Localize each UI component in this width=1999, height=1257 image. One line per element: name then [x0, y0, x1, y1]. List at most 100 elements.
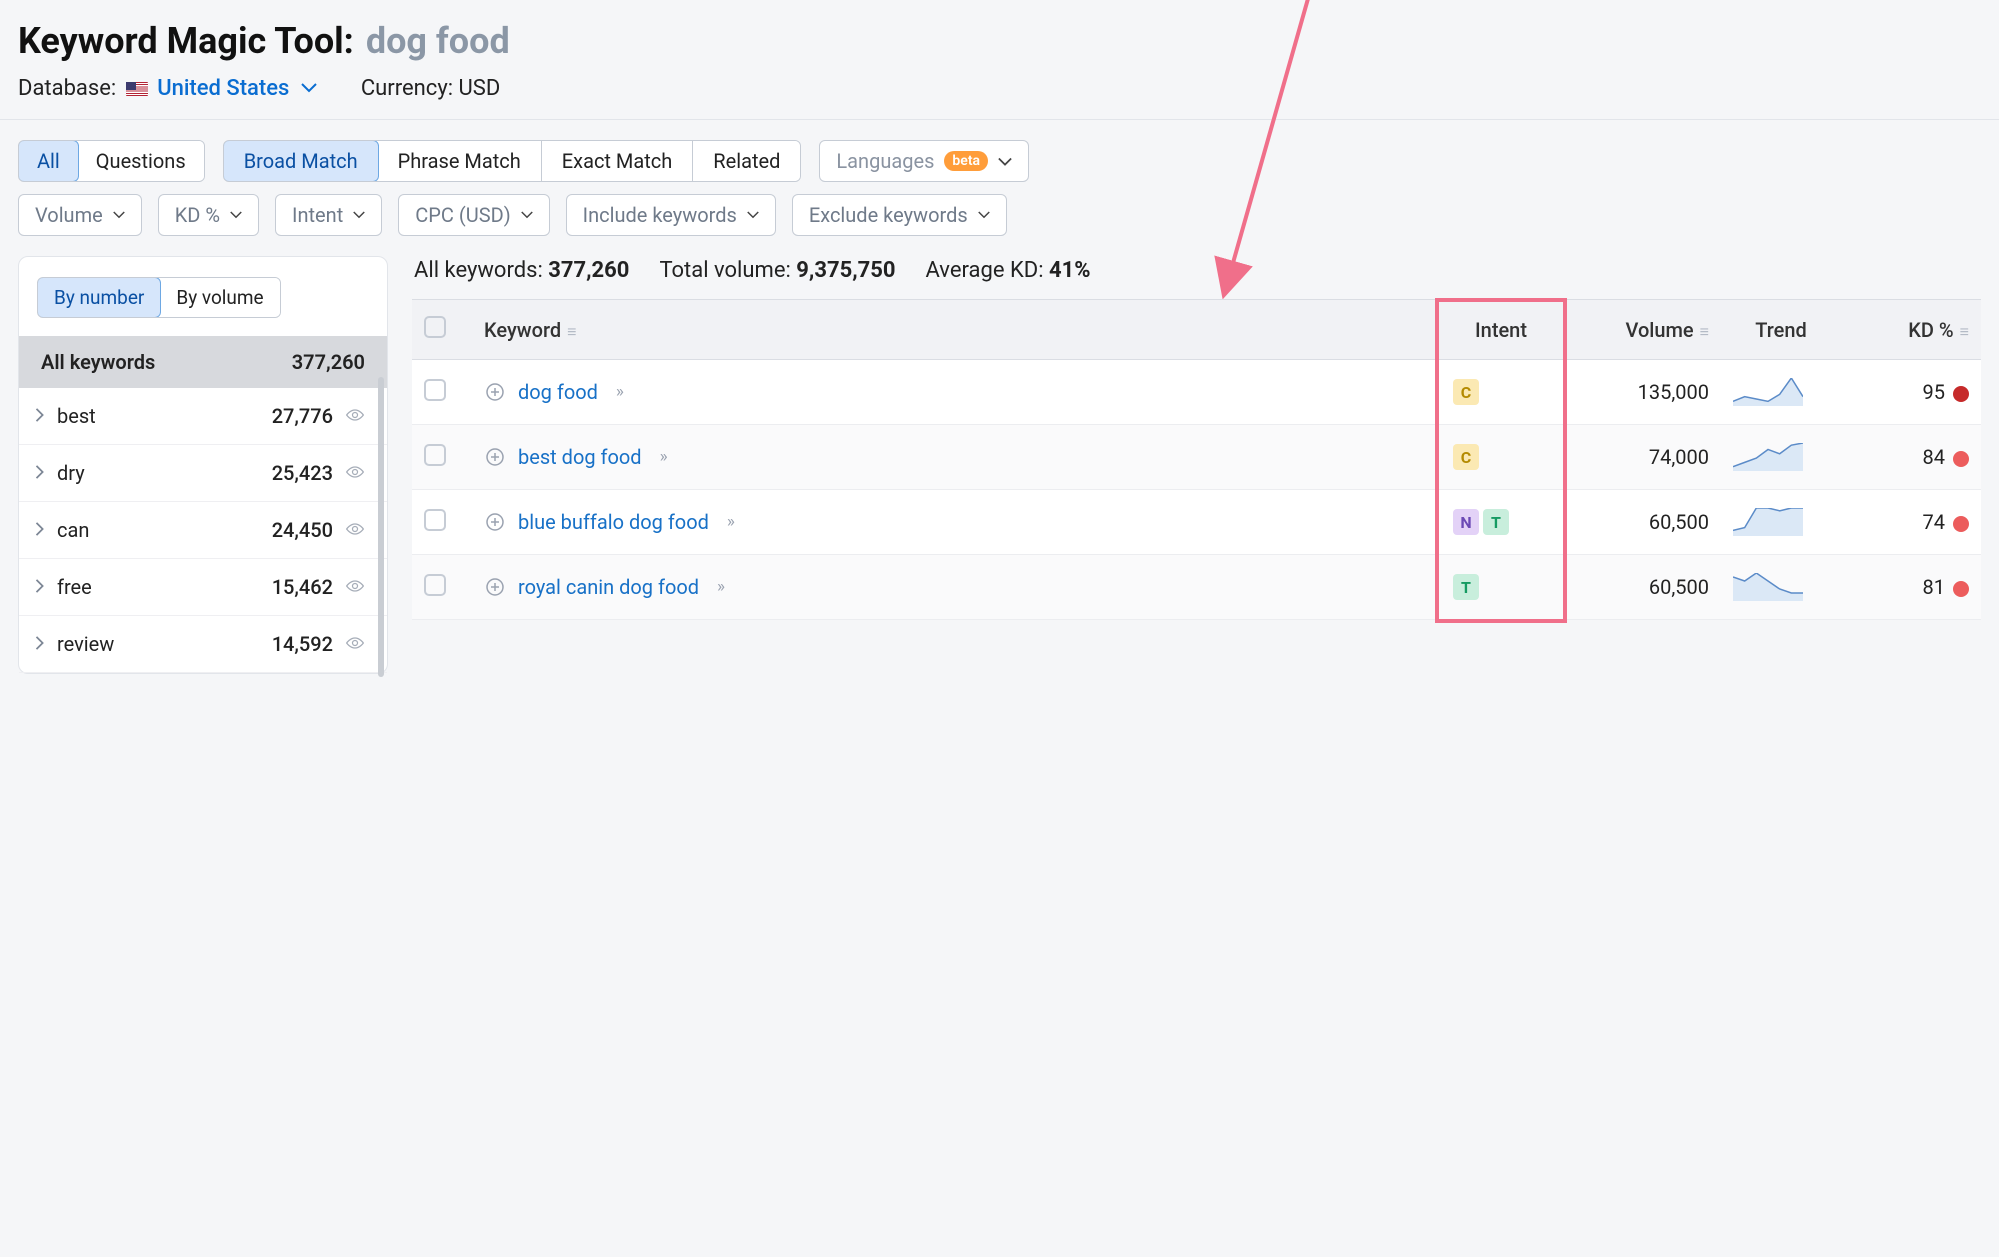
page-header: Keyword Magic Tool: dog food Database: U… [0, 0, 1999, 120]
double-chevron-icon[interactable]: » [727, 512, 733, 532]
eye-icon[interactable] [345, 634, 365, 655]
add-keyword-icon[interactable] [484, 576, 506, 598]
sidebar-item-can[interactable]: can 24,450 [19, 502, 387, 559]
th-keyword[interactable]: Keyword≡ [472, 300, 1441, 360]
sidebar-item-label: free [57, 575, 260, 599]
sort-icon: ≡ [1700, 322, 1709, 341]
kd-cell: 74 [1841, 490, 1981, 555]
database-selector[interactable]: Database: United States [18, 76, 317, 101]
volume-cell: 60,500 [1561, 490, 1721, 555]
tab-broad-match[interactable]: Broad Match [223, 140, 379, 182]
row-checkbox[interactable] [424, 509, 446, 531]
trend-cell [1721, 490, 1841, 555]
kd-cell: 95 [1841, 360, 1981, 425]
kd-cell: 84 [1841, 425, 1981, 490]
filter-cpc[interactable]: CPC (USD) [398, 194, 549, 236]
filter-intent[interactable]: Intent [275, 194, 382, 236]
add-keyword-icon[interactable] [484, 511, 506, 533]
flag-icon [126, 82, 148, 96]
th-trend[interactable]: Trend [1721, 300, 1841, 360]
add-keyword-icon[interactable] [484, 446, 506, 468]
trend-cell [1721, 425, 1841, 490]
sidebar-item-review[interactable]: review 14,592 [19, 616, 387, 673]
sidebar-item-best[interactable]: best 27,776 [19, 388, 387, 445]
sidebar-item-count: 25,423 [272, 461, 333, 485]
database-label: Database: [18, 76, 116, 101]
chevron-right-icon [35, 634, 45, 655]
th-volume[interactable]: Volume≡ [1561, 300, 1721, 360]
tool-title: Keyword Magic Tool: [18, 20, 354, 62]
chevron-right-icon [35, 406, 45, 427]
toggle-by-volume[interactable]: By volume [160, 278, 279, 317]
keyword-link[interactable]: blue buffalo dog food [518, 510, 709, 534]
results-content: All keywords: 377,260 Total volume: 9,37… [412, 256, 1981, 620]
sidebar-item-free[interactable]: free 15,462 [19, 559, 387, 616]
match-type-tabs: Broad Match Phrase Match Exact Match Rel… [223, 140, 802, 182]
keyword-link[interactable]: dog food [518, 380, 598, 404]
sidebar-item-label: review [57, 632, 260, 656]
sidebar-item-dry[interactable]: dry 25,423 [19, 445, 387, 502]
intent-badge-T: T [1483, 509, 1509, 535]
sidebar-item-label: can [57, 518, 260, 542]
filter-row: Volume KD % Intent CPC (USD) Include key… [0, 194, 1999, 256]
intent-badge-T: T [1453, 574, 1479, 600]
intent-badge-C: C [1453, 379, 1479, 405]
sort-icon: ≡ [567, 322, 576, 341]
currency-label: Currency: USD [361, 76, 500, 101]
table-row: royal canin dog food » T 60,500 81 [412, 555, 1981, 620]
keyword-link[interactable]: best dog food [518, 445, 642, 469]
double-chevron-icon[interactable]: » [616, 382, 622, 402]
sort-icon: ≡ [1960, 322, 1969, 341]
row-checkbox[interactable] [424, 574, 446, 596]
eye-icon[interactable] [345, 463, 365, 484]
row-checkbox[interactable] [424, 444, 446, 466]
eye-icon[interactable] [345, 520, 365, 541]
difficulty-dot-icon [1953, 386, 1969, 402]
keyword-link[interactable]: royal canin dog food [518, 575, 699, 599]
sidebar-item-count: 27,776 [272, 404, 333, 428]
table-row: best dog food » C 74,000 84 [412, 425, 1981, 490]
tab-exact-match[interactable]: Exact Match [542, 141, 694, 181]
th-checkbox[interactable] [412, 300, 472, 360]
sidebar-header[interactable]: All keywords 377,260 [19, 336, 387, 388]
searched-keyword: dog food [366, 20, 510, 62]
eye-icon[interactable] [345, 406, 365, 427]
filter-volume[interactable]: Volume [18, 194, 142, 236]
double-chevron-icon[interactable]: » [660, 447, 666, 467]
beta-badge: beta [944, 151, 988, 171]
volume-cell: 60,500 [1561, 555, 1721, 620]
sidebar-item-label: best [57, 404, 260, 428]
scrollbar[interactable] [378, 377, 384, 677]
keywords-table: Keyword≡ Intent Volume≡ Trend KD %≡ dog … [412, 299, 1981, 620]
sidebar-sort-toggle: By number By volume [37, 277, 281, 318]
chevron-down-icon [998, 149, 1012, 173]
tab-all[interactable]: All [18, 140, 79, 182]
keyword-groups-sidebar: By number By volume All keywords 377,260… [18, 256, 388, 674]
difficulty-dot-icon [1953, 516, 1969, 532]
intent-cell: NT [1441, 490, 1561, 555]
tab-questions[interactable]: Questions [78, 141, 204, 181]
filter-exclude-keywords[interactable]: Exclude keywords [792, 194, 1007, 236]
toggle-by-number[interactable]: By number [37, 277, 161, 318]
chevron-right-icon [35, 520, 45, 541]
intent-cell: T [1441, 555, 1561, 620]
languages-dropdown[interactable]: Languages beta [819, 140, 1029, 182]
stats-bar: All keywords: 377,260 Total volume: 9,37… [412, 256, 1981, 299]
eye-icon[interactable] [345, 577, 365, 598]
th-intent[interactable]: Intent [1441, 300, 1561, 360]
chevron-right-icon [35, 463, 45, 484]
filter-kd[interactable]: KD % [158, 194, 259, 236]
tab-phrase-match[interactable]: Phrase Match [378, 141, 542, 181]
th-kd[interactable]: KD %≡ [1841, 300, 1981, 360]
table-row: dog food » C 135,000 95 [412, 360, 1981, 425]
filter-include-keywords[interactable]: Include keywords [566, 194, 776, 236]
add-keyword-icon[interactable] [484, 381, 506, 403]
intent-badge-N: N [1453, 509, 1479, 535]
country-link[interactable]: United States [157, 76, 289, 101]
row-checkbox[interactable] [424, 379, 446, 401]
match-toolbar: All Questions Broad Match Phrase Match E… [0, 120, 1999, 194]
volume-cell: 135,000 [1561, 360, 1721, 425]
double-chevron-icon[interactable]: » [717, 577, 723, 597]
tab-related[interactable]: Related [693, 141, 800, 181]
checkbox[interactable] [424, 316, 446, 338]
